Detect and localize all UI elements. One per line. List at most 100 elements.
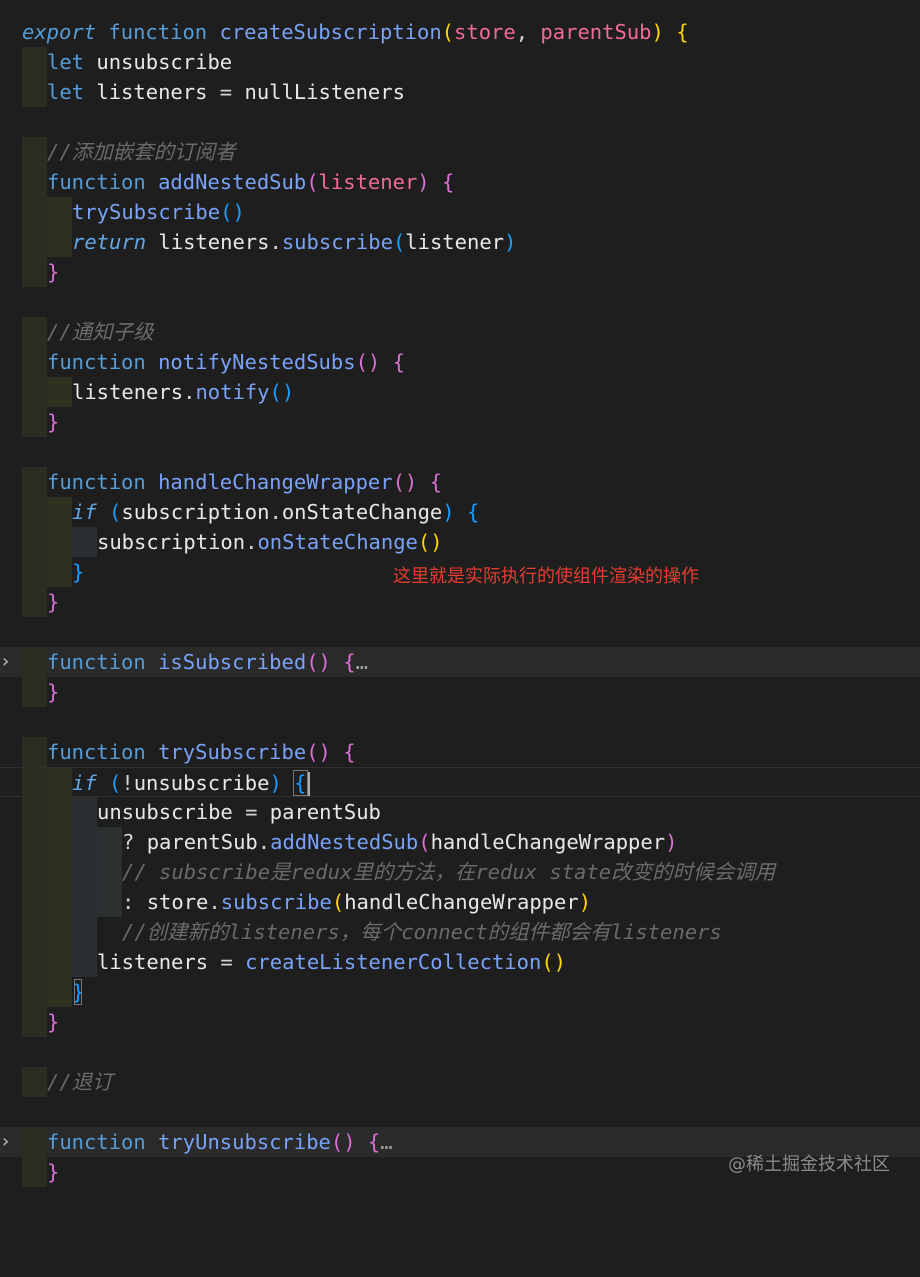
- indent-guide: [72, 917, 97, 947]
- function-name: tryUnsubscribe: [158, 1130, 331, 1154]
- chevron-right-icon[interactable]: ›: [2, 1127, 16, 1157]
- keyword-let: let: [47, 50, 85, 74]
- indent-guide: [47, 947, 72, 977]
- code-line[interactable]: ? parentSub.addNestedSub(handleChangeWra…: [0, 827, 920, 857]
- code-line[interactable]: [0, 1097, 920, 1127]
- code-line[interactable]: // subscribe是redux里的方法，在redux state改变的时候…: [0, 857, 920, 887]
- keyword-function: function: [108, 20, 208, 44]
- indent-guide: [22, 768, 47, 798]
- code-line[interactable]: }: [0, 407, 920, 437]
- paren: (): [417, 530, 443, 554]
- keyword-export: export: [22, 20, 97, 44]
- code-line[interactable]: [0, 707, 920, 737]
- code-line[interactable]: function handleChangeWrapper() {: [0, 467, 920, 497]
- indent-guide: [22, 677, 47, 707]
- indent-guide: [72, 827, 97, 857]
- indent-guide: [22, 1157, 47, 1187]
- paren: (): [269, 380, 295, 404]
- chevron-right-icon[interactable]: ›: [2, 647, 16, 677]
- keyword-let: let: [47, 80, 85, 104]
- brace-matched: {: [293, 770, 308, 796]
- indent-guide: [22, 557, 47, 587]
- comma: ,: [515, 20, 541, 44]
- code-line[interactable]: [0, 617, 920, 647]
- code-line[interactable]: //通知子级: [0, 317, 920, 347]
- code-line[interactable]: trySubscribe(): [0, 197, 920, 227]
- code-line[interactable]: function trySubscribe() {: [0, 737, 920, 767]
- method-name: onStateChange: [257, 530, 418, 554]
- code-line[interactable]: [0, 437, 920, 467]
- brace: {: [441, 170, 455, 194]
- keyword-return: return: [72, 230, 147, 254]
- brace: }: [47, 590, 60, 614]
- indent-guide: [22, 887, 47, 917]
- code-line-current[interactable]: if (!unsubscribe) {: [0, 767, 920, 798]
- code-line[interactable]: }: [0, 677, 920, 707]
- code-line[interactable]: [0, 107, 920, 137]
- keyword-function: function: [47, 350, 146, 374]
- code-line[interactable]: listeners = createListenerCollection(): [0, 947, 920, 977]
- indent-guide: [22, 197, 47, 227]
- code-line[interactable]: function addNestedSub(listener) {: [0, 167, 920, 197]
- code-line[interactable]: listeners.notify(): [0, 377, 920, 407]
- brace: }: [47, 680, 60, 704]
- comment: //退订: [47, 1070, 113, 1094]
- code-line[interactable]: //退订: [0, 1067, 920, 1097]
- code-line[interactable]: › function isSubscribed() {…: [0, 647, 920, 677]
- indent-guide: [72, 947, 97, 977]
- function-name: addNestedSub: [158, 170, 307, 194]
- indent-guide: [22, 1127, 47, 1157]
- brace: }: [47, 1010, 60, 1034]
- identifier: unsubscribe: [97, 800, 233, 824]
- paren: (): [306, 740, 331, 764]
- dot: .: [183, 380, 196, 404]
- comment: // subscribe是redux里的方法，在redux state改变的时候…: [122, 860, 776, 884]
- paren: (: [392, 230, 406, 254]
- code-line[interactable]: if (subscription.onStateChange) {: [0, 497, 920, 527]
- code-line[interactable]: [0, 287, 920, 317]
- code-line[interactable]: [0, 1037, 920, 1067]
- code-line[interactable]: return listeners.subscribe(listener): [0, 227, 920, 257]
- fold-ellipsis[interactable]: …: [356, 650, 368, 674]
- comment: //创建新的listeners，每个connect的组件都会有listeners: [122, 920, 722, 944]
- dot: .: [269, 500, 282, 524]
- param-store: store: [454, 20, 516, 44]
- keyword-function: function: [47, 650, 146, 674]
- indent-guide: [47, 377, 72, 407]
- paren: ): [665, 830, 678, 854]
- operator: ?: [122, 830, 147, 854]
- param: listener: [318, 170, 418, 194]
- indent-guide: [22, 377, 47, 407]
- method-name: subscribe: [220, 890, 332, 914]
- code-line[interactable]: }: [0, 257, 920, 287]
- paren: (): [306, 650, 331, 674]
- fold-ellipsis[interactable]: …: [380, 1130, 392, 1154]
- indent-guide: [22, 47, 47, 77]
- paren: (): [541, 950, 567, 974]
- code-line[interactable]: let listeners = nullListeners: [0, 77, 920, 107]
- property: onStateChange: [281, 500, 443, 524]
- code-line[interactable]: let unsubscribe: [0, 47, 920, 77]
- function-name: trySubscribe: [158, 740, 307, 764]
- code-editor[interactable]: export function createSubscription(store…: [0, 0, 920, 1204]
- code-line[interactable]: }: [0, 977, 920, 1007]
- code-line[interactable]: export function createSubscription(store…: [0, 17, 920, 47]
- code-line[interactable]: function notifyNestedSubs() {: [0, 347, 920, 377]
- param-parentsub: parentSub: [540, 20, 652, 44]
- code-line[interactable]: //创建新的listeners，每个connect的组件都会有listeners: [0, 917, 920, 947]
- indent-guide: [22, 737, 47, 767]
- code-line[interactable]: : store.subscribe(handleChangeWrapper): [0, 887, 920, 917]
- code-line[interactable]: //添加嵌套的订阅者: [0, 137, 920, 167]
- code-line[interactable]: subscription.onStateChange(): [0, 527, 920, 557]
- identifier: subscription: [97, 530, 246, 554]
- code-line[interactable]: }: [0, 587, 920, 617]
- operator: =: [232, 800, 270, 824]
- annotation-text: 这里就是实际执行的使组件渲染的操作: [393, 566, 699, 587]
- code-line[interactable]: }: [0, 1007, 920, 1037]
- indent-guide: [22, 917, 47, 947]
- indent-guide: [22, 977, 47, 1007]
- operator: =: [207, 80, 245, 104]
- text-cursor: [307, 772, 310, 796]
- code-line[interactable]: unsubscribe = parentSub: [0, 797, 920, 827]
- dot: .: [257, 830, 271, 854]
